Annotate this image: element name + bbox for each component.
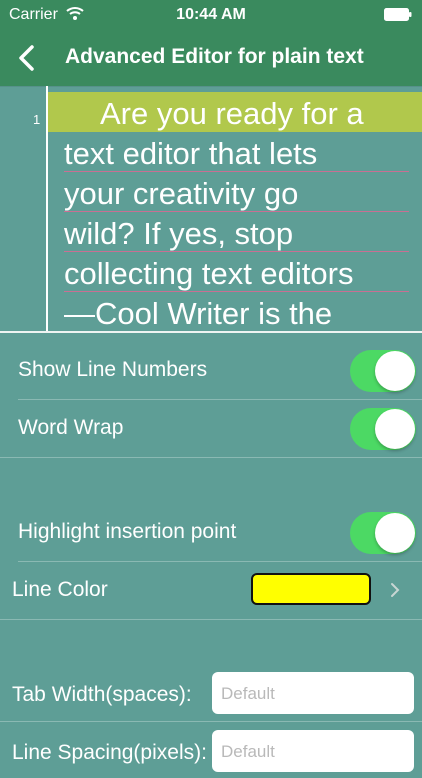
line-spacing-label: Line Spacing(pixels): xyxy=(12,741,207,764)
chevron-right-icon xyxy=(391,583,400,597)
word-wrap-toggle[interactable] xyxy=(350,408,416,450)
section-separator xyxy=(0,457,422,458)
navigation-bar: Advanced Editor for plain text xyxy=(0,30,422,86)
tab-width-row: Tab Width(spaces): Default xyxy=(0,664,422,720)
toggle-knob xyxy=(375,409,415,449)
line-color-label: Line Color xyxy=(12,578,108,601)
highlight-insertion-row: Highlight insertion point xyxy=(0,504,422,561)
status-bar: Carrier 10:44 AM xyxy=(0,0,422,30)
tab-width-input[interactable]: Default xyxy=(212,672,414,714)
line-spacing-row: Line Spacing(pixels): Default xyxy=(0,722,422,778)
word-wrap-label: Word Wrap xyxy=(18,416,124,439)
show-line-numbers-toggle[interactable] xyxy=(350,350,416,392)
editor-line: text editor that lets xyxy=(64,132,409,172)
status-time: 10:44 AM xyxy=(176,6,246,23)
editor-text: Are you ready for a text editor that let… xyxy=(64,92,409,331)
line-color-swatch[interactable] xyxy=(251,573,371,605)
section-separator xyxy=(0,619,422,620)
editor-line: collecting text editors xyxy=(64,252,409,292)
page-title: Advanced Editor for plain text xyxy=(65,45,364,68)
line-color-row[interactable]: Line Color xyxy=(0,562,422,619)
text-editor[interactable]: 1 Are you ready for a text editor that l… xyxy=(0,86,422,331)
show-line-numbers-label: Show Line Numbers xyxy=(18,358,208,381)
line-number: 1 xyxy=(33,112,41,127)
show-line-numbers-row: Show Line Numbers xyxy=(0,342,422,399)
tab-width-label: Tab Width(spaces): xyxy=(12,683,192,706)
word-wrap-row: Word Wrap xyxy=(0,400,422,457)
editor-line: —Cool Writer is the xyxy=(64,292,409,331)
gutter-divider xyxy=(46,86,48,331)
editor-line: Are you ready for a xyxy=(100,96,364,131)
battery-icon xyxy=(384,8,412,21)
toggle-knob xyxy=(375,351,415,391)
toggle-knob xyxy=(375,513,415,553)
highlight-insertion-label: Highlight insertion point xyxy=(18,520,237,543)
editor-line: wild? If yes, stop xyxy=(64,212,409,252)
editor-line: your creativity go xyxy=(64,172,409,212)
highlight-insertion-toggle[interactable] xyxy=(350,512,416,554)
back-chevron-icon[interactable] xyxy=(12,41,44,75)
editor-divider xyxy=(0,331,422,333)
line-spacing-input[interactable]: Default xyxy=(212,730,414,772)
